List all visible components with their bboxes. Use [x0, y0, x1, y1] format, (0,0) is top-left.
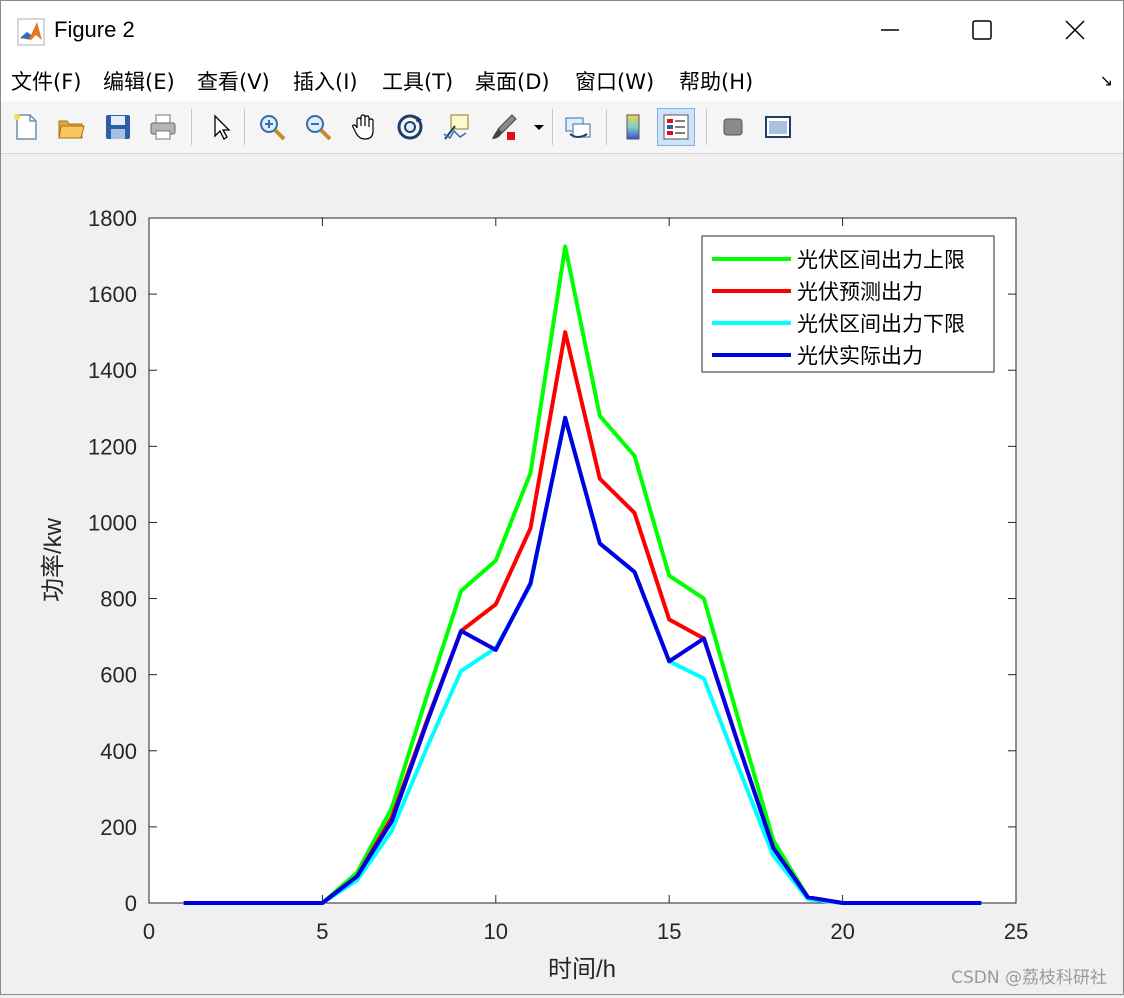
- toolbar-separator: [191, 109, 192, 145]
- new-figure-button[interactable]: [7, 108, 45, 146]
- x-tick-label: 20: [830, 919, 854, 944]
- legend: 光伏区间出力上限光伏预测出力光伏区间出力下限光伏实际出力: [701, 235, 995, 373]
- save-icon: [106, 115, 130, 139]
- pointer-button[interactable]: [201, 108, 239, 146]
- menu-window[interactable]: 窗口(W): [575, 66, 654, 96]
- y-tick-label: 1600: [88, 282, 137, 307]
- new-figure-icon: [14, 114, 37, 140]
- y-tick-label: 1200: [88, 434, 137, 459]
- close-button[interactable]: [1029, 1, 1121, 59]
- zoom-out-icon: [306, 115, 332, 141]
- toolbar-separator: [552, 109, 553, 145]
- show-tools-button[interactable]: [759, 108, 797, 146]
- link-plot-button[interactable]: [559, 108, 597, 146]
- menu-bar: 文件(F) 编辑(E) 查看(V) 插入(I) 工具(T) 桌面(D) 窗口(W…: [1, 59, 1123, 101]
- pointer-icon: [214, 114, 231, 140]
- toolbar-separator: [244, 109, 245, 145]
- close-icon: [1065, 20, 1085, 40]
- rotate-3d-icon: [397, 114, 423, 140]
- toolbar: [1, 101, 1123, 154]
- pan-hand-icon: [352, 114, 374, 140]
- open-file-button[interactable]: [52, 108, 90, 146]
- menu-help[interactable]: 帮助(H): [679, 66, 753, 96]
- print-button[interactable]: [144, 108, 182, 146]
- toolbar-separator: [606, 109, 607, 145]
- zoom-in-icon: [260, 115, 286, 141]
- colorbar-icon: [626, 114, 640, 140]
- x-tick-label: 15: [657, 919, 681, 944]
- menu-insert[interactable]: 插入(I): [293, 66, 358, 96]
- y-tick-label: 0: [125, 891, 137, 916]
- minimize-button[interactable]: [844, 1, 936, 59]
- hide-tools-icon: [723, 118, 743, 136]
- matlab-logo-icon: [17, 18, 45, 46]
- hide-tools-button[interactable]: [714, 108, 752, 146]
- y-tick-label: 600: [100, 663, 137, 688]
- y-tick-label: 800: [100, 587, 137, 612]
- dock-arrow-icon[interactable]: ↘: [1100, 71, 1113, 90]
- show-tools-icon: [765, 116, 791, 138]
- open-file-icon: [58, 120, 85, 139]
- y-tick-label: 1800: [88, 206, 137, 231]
- legend-label-3: 光伏区间出力下限: [797, 313, 965, 336]
- y-tick-label: 1400: [88, 358, 137, 383]
- x-tick-label: 0: [143, 919, 155, 944]
- menu-file[interactable]: 文件(F): [11, 66, 81, 96]
- data-cursor-button[interactable]: [437, 108, 475, 146]
- legend-icon: [663, 114, 689, 140]
- legend-label-1: 光伏区间出力上限: [797, 249, 965, 272]
- legend-button[interactable]: [657, 108, 695, 146]
- brush-button[interactable]: [485, 108, 523, 146]
- y-tick-label: 200: [100, 815, 137, 840]
- toolbar-separator: [706, 109, 707, 145]
- pan-button[interactable]: [345, 108, 383, 146]
- menu-edit[interactable]: 编辑(E): [103, 66, 175, 96]
- save-button[interactable]: [99, 108, 137, 146]
- line-chart: 0 200 400 600 800 1000 1200 1400 1600 1800 0 5 10 15…: [40, 206, 1028, 983]
- y-axis-label: 功率/kw: [40, 517, 67, 602]
- y-tick-label: 400: [100, 739, 137, 764]
- data-cursor-icon: [443, 114, 469, 140]
- minimize-icon: [881, 29, 899, 31]
- menu-desktop[interactable]: 桌面(D): [475, 66, 550, 96]
- menu-tools[interactable]: 工具(T): [382, 66, 453, 96]
- x-axis-label: 时间/h: [548, 956, 616, 983]
- colorbar-button[interactable]: [614, 108, 652, 146]
- brush-icon: [492, 114, 517, 140]
- brush-dropdown[interactable]: [529, 108, 549, 146]
- link-plot-icon: [565, 117, 591, 138]
- window-title: Figure 2: [54, 17, 135, 42]
- zoom-out-button[interactable]: [299, 108, 337, 146]
- x-tick-label: 10: [484, 919, 508, 944]
- zoom-in-button[interactable]: [253, 108, 291, 146]
- menu-view[interactable]: 查看(V): [197, 66, 270, 96]
- legend-label-2: 光伏预测出力: [797, 281, 923, 304]
- y-tick-label: 1000: [88, 510, 137, 535]
- title-bar: Figure 2: [1, 1, 1123, 59]
- maximize-icon: [972, 20, 992, 40]
- x-tick-label: 5: [316, 919, 328, 944]
- rotate-button[interactable]: [391, 108, 429, 146]
- x-tick-label: 25: [1004, 919, 1028, 944]
- figure-canvas: 0 200 400 600 800 1000 1200 1400 1600 1800 0 5 10 15…: [1, 154, 1123, 994]
- figure-window: Figure 2 文件(F) 编辑(E) 查看(V) 插入(I) 工具(T) 桌…: [0, 0, 1124, 995]
- dropdown-arrow-icon: [534, 125, 544, 130]
- maximize-button[interactable]: [936, 1, 1028, 59]
- print-icon: [150, 114, 176, 140]
- legend-label-4: 光伏实际出力: [797, 345, 923, 368]
- watermark-text: CSDN @荔枝科研社: [951, 968, 1107, 988]
